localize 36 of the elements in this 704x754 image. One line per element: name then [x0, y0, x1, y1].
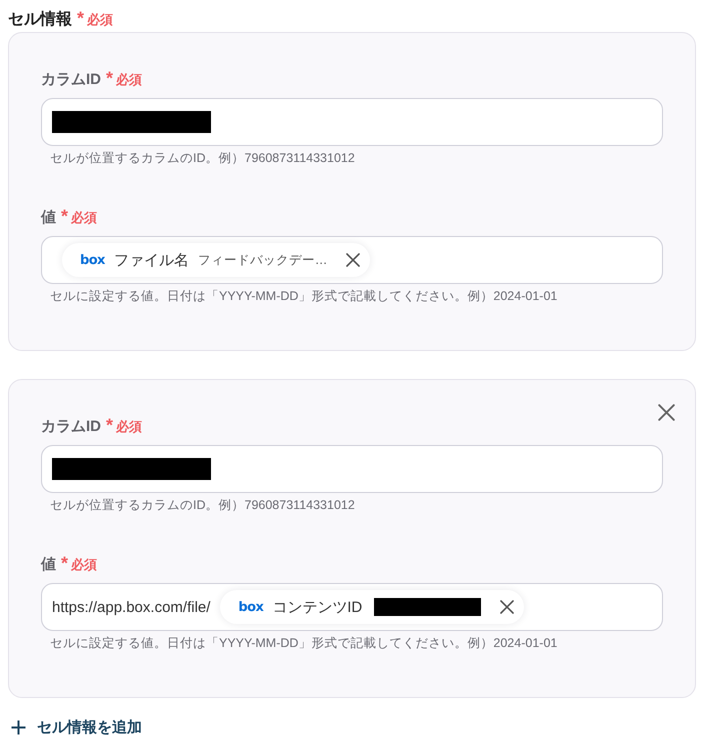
- chip-label: ファイル名: [114, 250, 189, 270]
- required-label: 必須: [116, 418, 142, 436]
- variable-chip[interactable]: box ファイル名 フィードバックデー…: [62, 243, 370, 277]
- field-hint: セルに設定する値。日付は「YYYY-MM-DD」形式で記載してください。例）2024-01-01: [49, 635, 558, 651]
- section-title: セル情報: [8, 10, 72, 30]
- required-mark: *: [77, 8, 84, 29]
- service-logo: box: [80, 252, 105, 268]
- field-hint: セルに設定する値。日付は「YYYY-MM-DD」形式で記載してください。例）2024-01-01: [49, 288, 558, 304]
- required-label: 必須: [71, 556, 98, 574]
- required-mark: *: [106, 68, 114, 89]
- close-icon[interactable]: [500, 600, 514, 614]
- text-field[interactable]: [41, 445, 663, 493]
- field-hint: セルが位置するカラムのID。例）7960873114331012: [49, 497, 356, 513]
- add-cell-button[interactable]: セル情報を追加: [8, 715, 142, 739]
- required-label: 必須: [87, 11, 114, 29]
- field-label: カラムID: [41, 70, 101, 89]
- text-field[interactable]: box ファイル名 フィードバックデー…: [41, 236, 663, 284]
- field-label: カラムID: [41, 417, 101, 436]
- variable-chip[interactable]: box コンテンツID: [220, 590, 524, 624]
- chip-preview: フィードバックデー…: [198, 252, 328, 268]
- close-icon[interactable]: [658, 404, 675, 421]
- close-icon[interactable]: [346, 253, 360, 267]
- field-label: 値: [41, 208, 56, 227]
- required-label: 必須: [116, 71, 142, 89]
- field-text: https://app.box.com/file/: [52, 598, 210, 616]
- field-label: 値: [41, 555, 56, 574]
- required-mark: *: [61, 206, 68, 227]
- required-mark: *: [61, 553, 68, 574]
- text-field[interactable]: https://app.box.com/file/ box コンテンツID: [41, 583, 663, 631]
- required-mark: *: [106, 415, 114, 436]
- chip-label: コンテンツID: [272, 598, 362, 616]
- plus-icon: [11, 720, 26, 734]
- required-label: 必須: [71, 209, 98, 227]
- field-hint: セルが位置するカラムのID。例）7960873114331012: [49, 150, 356, 166]
- service-logo: box: [238, 600, 264, 614]
- text-field[interactable]: [41, 98, 663, 146]
